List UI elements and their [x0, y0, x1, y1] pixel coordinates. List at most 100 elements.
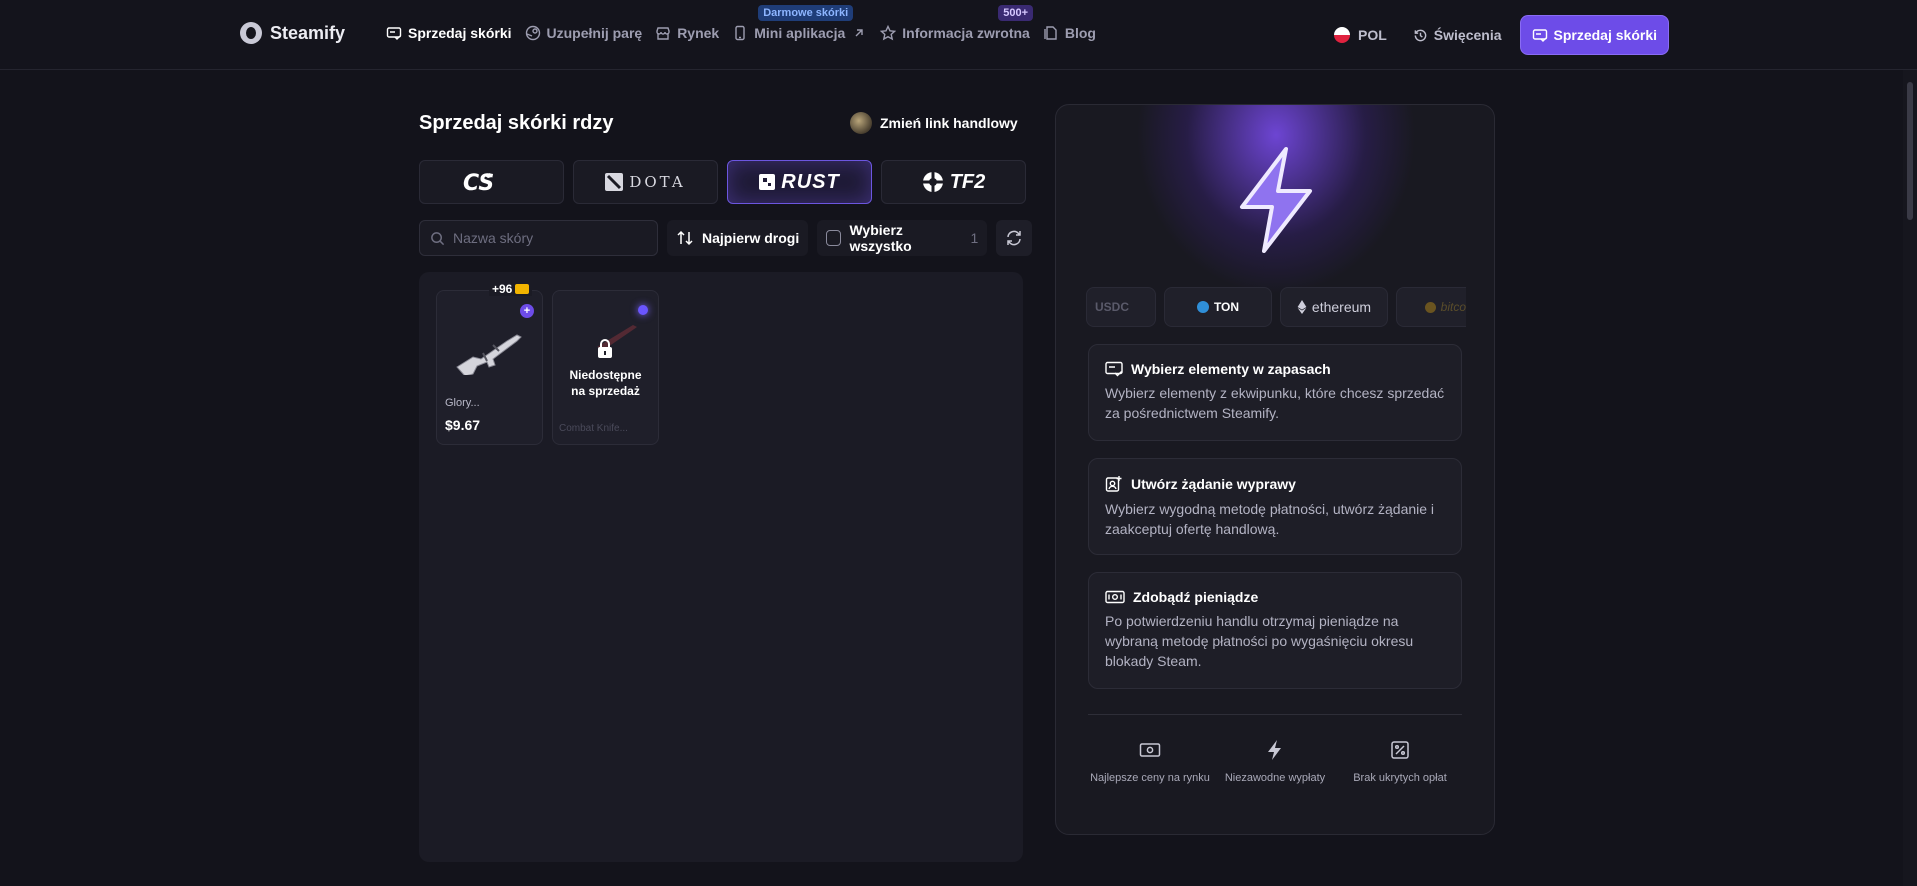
header-actions: POL Święcenia Sprzedaj skórki [1334, 15, 1669, 55]
feature-best-prices: Najlepsze ceny na rynku [1088, 739, 1212, 786]
search-icon [431, 231, 445, 245]
page-title: Sprzedaj skórki rdzy [419, 112, 614, 134]
how-it-works-panel: USDC TON ethereum bitcoin Wybierz elemen… [1055, 104, 1495, 835]
cash-icon [1105, 590, 1125, 604]
nav-blog[interactable]: Blog [1043, 25, 1096, 41]
divider [1088, 714, 1462, 715]
feature-label: Niezawodne wypłaty [1224, 772, 1326, 784]
game-tab-tf2[interactable]: TF2 [881, 160, 1026, 204]
feature-label: Najlepsze ceny na rynku [1090, 772, 1210, 784]
external-link-icon [855, 29, 863, 37]
nav-label: Uzupełnij parę [546, 25, 643, 41]
select-items-icon [1105, 361, 1123, 377]
feature-reliable-payouts: Niezawodne wypłaty [1213, 739, 1337, 786]
step-title-text: Utwórz żądanie wyprawy [1131, 476, 1296, 492]
feature-label: Brak ukrytych opłat [1353, 772, 1447, 784]
step-description: Wybierz elementy z ekwipunku, które chce… [1105, 385, 1445, 421]
step-create-request: Utwórz żądanie wyprawy Wybierz wygodną m… [1088, 458, 1462, 555]
brand-logo[interactable]: Steamify [240, 22, 345, 44]
lock-icon [598, 339, 612, 358]
poland-flag-icon [1334, 27, 1351, 43]
rust-logo-icon [759, 174, 776, 190]
add-item-icon[interactable]: + [520, 304, 534, 318]
feature-no-hidden-fees: Brak ukrytych opłat [1338, 739, 1462, 786]
brand-name: Steamify [270, 22, 346, 43]
select-all-checkbox[interactable] [826, 230, 842, 246]
bitcoin-icon [1424, 301, 1436, 313]
item-price: $9.67 [445, 417, 481, 433]
rust-label: RUST [781, 170, 840, 193]
avatar [850, 112, 872, 134]
search-input[interactable] [453, 230, 643, 246]
select-all-toggle[interactable]: Wybierz wszystko 1 [817, 220, 988, 256]
inventory-item[interactable]: +96 + Glory... $9.67 [436, 282, 543, 445]
free-skins-badge: Darmowe skórki [758, 5, 854, 21]
select-all-label: Wybierz wszystko [849, 222, 912, 254]
money-icon [1139, 743, 1161, 757]
sell-icon [386, 27, 402, 40]
history-icon [1414, 29, 1427, 41]
lightning-icon [1268, 740, 1281, 760]
game-tab-dota[interactable]: DOTA [573, 160, 718, 204]
dota-logo-icon [605, 173, 624, 191]
sell-icon [1532, 29, 1547, 42]
lightning-bolt-icon [1240, 147, 1312, 253]
game-tab-rust[interactable]: RUST [727, 160, 872, 204]
inventory-filters: Najpierw drogi Wybierz wszystko 1 [419, 220, 1033, 256]
dota-label: DOTA [629, 173, 686, 191]
history-label: Święcenia [1433, 27, 1502, 43]
ethereum-label: ethereum [1311, 299, 1372, 315]
nav-sell-skins[interactable]: Sprzedaj skórki [386, 25, 512, 41]
percent-icon [1391, 741, 1409, 759]
cta-label: Sprzedaj skórki [1553, 27, 1658, 43]
history-link[interactable]: Święcenia [1413, 27, 1502, 43]
ton-label: TON [1213, 300, 1240, 314]
change-trade-link-button[interactable]: Zmień link handlowy [850, 112, 1018, 134]
refresh-button[interactable] [996, 220, 1033, 256]
step-title-text: Wybierz elementy w zapasach [1131, 361, 1331, 377]
payment-bitcoin[interactable]: bitcoin [1396, 287, 1466, 327]
rifle-skin-image [456, 334, 522, 375]
sort-icon [677, 230, 693, 246]
nav-label: Sprzedaj skórki [408, 25, 512, 41]
scrollbar-thumb[interactable] [1907, 82, 1913, 220]
ton-icon [1196, 301, 1209, 313]
bitcoin-label: bitcoin [1440, 300, 1466, 314]
nav-label: Blog [1064, 25, 1096, 41]
item-name: Glory... [445, 397, 480, 409]
coin-icon [515, 284, 530, 294]
payment-ton[interactable]: TON [1164, 287, 1272, 327]
nav-feedback[interactable]: 500+ Informacja zwrotna [880, 5, 1034, 41]
nav-market[interactable]: Rynek [655, 25, 719, 41]
sort-label: Najpierw drogi [702, 230, 800, 246]
unavailable-label: Niedostępne na sprzedaż [569, 368, 642, 398]
nav-mini-app[interactable]: Darmowe skórki Mini aplikacja [732, 5, 867, 41]
step-select-items: Wybierz elementy w zapasach Wybierz elem… [1088, 344, 1462, 441]
ethereum-icon [1297, 300, 1307, 314]
step-description: Wybierz wygodną metodę płatności, utwórz… [1105, 501, 1435, 537]
search-box[interactable] [419, 220, 658, 256]
payment-ethereum[interactable]: ethereum [1280, 287, 1388, 327]
sell-skins-cta-button[interactable]: Sprzedaj skórki [1519, 15, 1669, 55]
inventory-panel: +96 + Glory... $9.67 Niedostępne na sprz… [419, 272, 1023, 862]
document-icon [1044, 26, 1057, 40]
item-name: Combat Knife... [559, 423, 628, 434]
step-title: Utwórz żądanie wyprawy [1105, 475, 1445, 493]
trade-link-label: Zmień link handlowy [880, 115, 1018, 131]
inventory-item-unavailable: Niedostępne na sprzedaż Combat Knife... [552, 290, 659, 445]
step-title: Zdobądź pieniądze [1105, 589, 1445, 605]
nav-topup-steam[interactable]: Uzupełnij parę [525, 25, 643, 41]
features-row: Najlepsze ceny na rynku Niezawodne wypła… [1088, 739, 1462, 786]
page-scrollbar[interactable] [1903, 70, 1917, 886]
usdc-label: USDC [1094, 300, 1129, 314]
cs2-logo-icon: CS [463, 171, 494, 194]
step-description: Po potwierdzeniu handlu otrzymaj pieniąd… [1105, 613, 1414, 669]
step-title-text: Zdobądź pieniądze [1133, 589, 1259, 605]
payment-methods-carousel[interactable]: USDC TON ethereum bitcoin [1086, 287, 1466, 329]
sort-button[interactable]: Najpierw drogi [667, 220, 809, 256]
payment-usdc[interactable]: USDC [1086, 287, 1156, 327]
nav-label: Rynek [677, 25, 720, 41]
game-tab-cs2[interactable]: CS [419, 160, 564, 204]
language-selector[interactable]: POL [1334, 27, 1387, 43]
top-navigation-bar: Steamify Sprzedaj skórki Uzupełnij parę … [0, 0, 1917, 70]
